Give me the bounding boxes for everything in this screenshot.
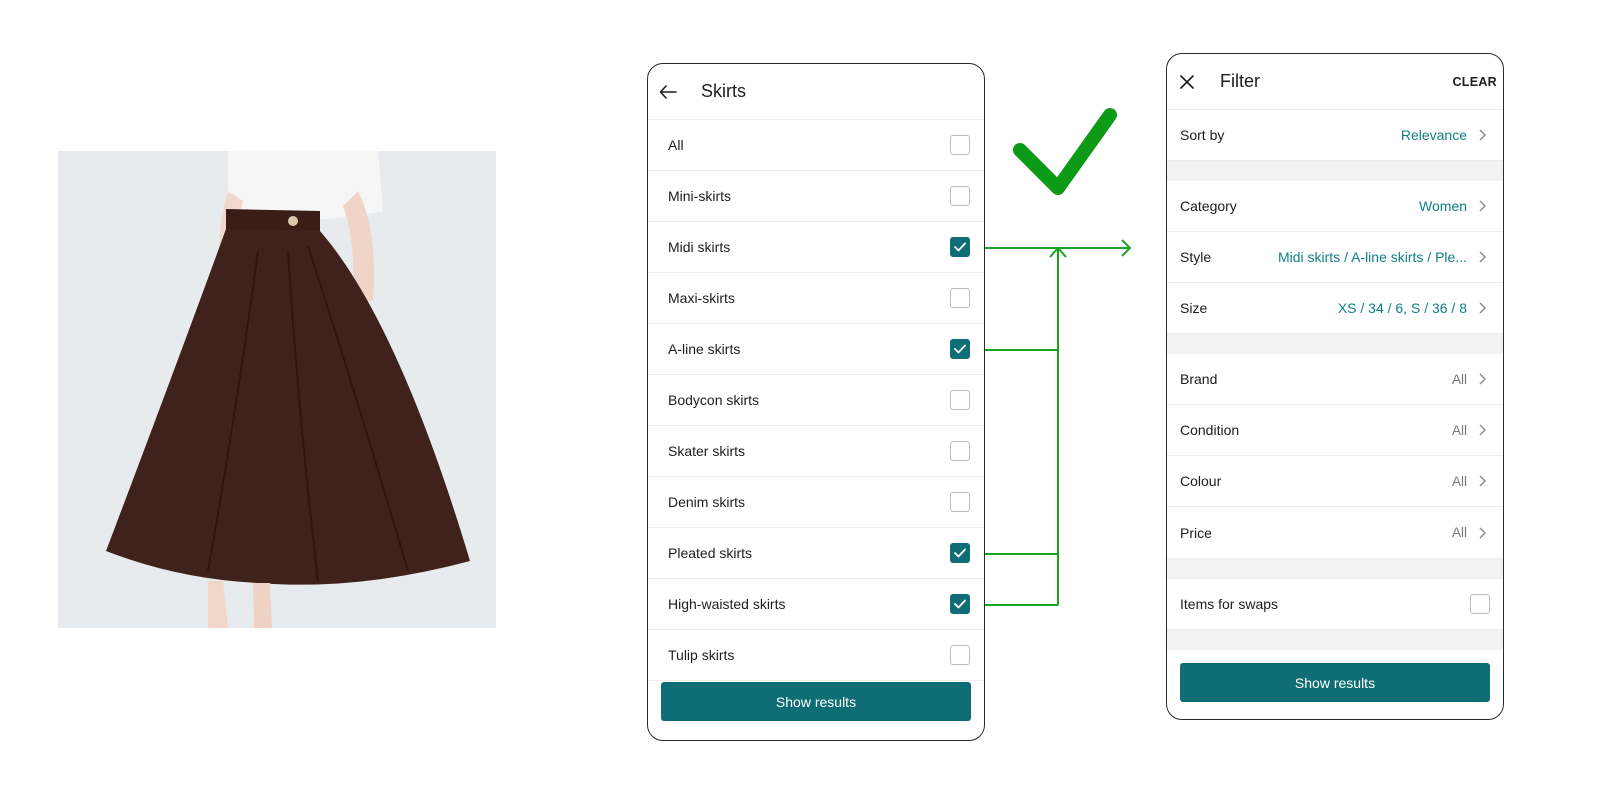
filter-row-brand[interactable]: Brand All [1167,354,1503,405]
arrow-left-icon[interactable] [656,80,680,104]
filter-label: Sort by [1180,127,1225,143]
list-item-checkbox[interactable] [950,135,970,155]
filter-value: Midi skirts / A-line skirts / Ple... [1277,249,1467,265]
page-title: Skirts [701,81,746,101]
filter-row-category[interactable]: Category Women [1167,181,1503,232]
list-item-label: Mini-skirts [668,188,731,204]
chevron-right-icon [1479,251,1489,263]
skirt-style-list: All Mini-skirts Midi skirts Maxi-skirts A-li… [648,120,984,681]
list-item-label: Skater skirts [668,443,746,459]
list-item[interactable]: Tulip skirts [648,630,984,681]
list-item-label: Midi skirts [668,239,731,255]
show-results-button[interactable]: Show results [1180,663,1490,702]
filter-row-style[interactable]: Style Midi skirts / A-line skirts / Ple.… [1167,232,1503,283]
list-item-checkbox[interactable] [950,339,970,359]
section-divider [1167,161,1503,181]
list-item[interactable]: Midi skirts [648,222,984,273]
filter-label: Category [1180,198,1237,214]
filter-label: Colour [1180,473,1222,489]
list-item[interactable]: All [648,120,984,171]
arrow-up-icon [1049,246,1067,258]
list-item-checkbox[interactable] [950,645,970,665]
chevron-right-icon [1479,475,1489,487]
filter-value: All [1451,371,1467,387]
chevron-right-icon [1479,527,1489,539]
arrow-right-icon [1121,239,1132,257]
page-title: Filter [1220,71,1260,91]
list-item-checkbox[interactable] [950,288,970,308]
filter-row-condition[interactable]: Condition All [1167,405,1503,456]
filter-row-colour[interactable]: Colour All [1167,456,1503,507]
selection-connector-lines [985,239,1132,606]
list-item-label: High-waisted skirts [668,596,786,612]
filter-header: Filter CLEAR [1167,54,1503,110]
skirts-header: Skirts [648,64,984,120]
section-divider [1167,630,1503,650]
checkmark-icon [954,599,966,609]
list-item-label: A-line skirts [668,341,741,357]
skirt-illustration [58,151,496,628]
list-item-label: Pleated skirts [668,545,753,561]
skirts-screen: Skirts All Mini-skirts Midi skirts Maxi-ski… [647,63,985,741]
checkmark-icon [954,242,966,252]
clear-button[interactable]: CLEAR [1452,54,1497,109]
filter-value: Relevance [1400,127,1467,143]
list-item[interactable]: Denim skirts [648,477,984,528]
list-item-checkbox[interactable] [950,492,970,512]
list-item-label: Tulip skirts [668,647,735,663]
list-item-label: Bodycon skirts [668,392,760,408]
filter-row-items-for-swaps[interactable]: Items for swaps [1167,579,1503,630]
filter-value: All [1451,422,1467,438]
filter-row-size[interactable]: Size XS / 34 / 6, S / 36 / 8 [1167,283,1503,334]
list-item-checkbox[interactable] [950,390,970,410]
checkmark-icon [954,548,966,558]
list-item[interactable]: High-waisted skirts [648,579,984,630]
filter-label: Style [1180,249,1212,265]
filter-label: Brand [1180,371,1218,387]
chevron-right-icon [1479,373,1489,385]
chevron-right-icon [1479,129,1489,141]
list-item-checkbox[interactable] [950,543,970,563]
show-results-button[interactable]: Show results [661,682,971,721]
list-item-label: Denim skirts [668,494,746,510]
filter-value: XS / 34 / 6, S / 36 / 8 [1337,300,1467,316]
list-item-checkbox[interactable] [950,186,970,206]
section-divider [1167,559,1503,579]
filter-row-price[interactable]: Price All [1167,507,1503,559]
filter-label: Size [1180,300,1208,316]
list-item-checkbox[interactable] [950,594,970,614]
list-item[interactable]: Maxi-skirts [648,273,984,324]
chevron-right-icon [1479,302,1489,314]
list-item[interactable]: Bodycon skirts [648,375,984,426]
filter-label: Condition [1180,422,1240,438]
list-item[interactable]: A-line skirts [648,324,984,375]
filter-value: All [1451,525,1467,540]
close-icon[interactable] [1175,70,1199,94]
list-item[interactable]: Mini-skirts [648,171,984,222]
list-item[interactable]: Pleated skirts [648,528,984,579]
filter-label: Items for swaps [1180,596,1279,612]
list-item-label: Maxi-skirts [668,290,735,306]
filter-label: Price [1180,524,1212,541]
chevron-right-icon [1479,200,1489,212]
green-checkmark-icon [1013,108,1117,195]
list-item[interactable]: Skater skirts [648,426,984,477]
checkmark-icon [954,344,966,354]
filter-row-sort-by[interactable]: Sort by Relevance [1167,110,1503,161]
filter-screen: Filter CLEAR Sort by Relevance Category … [1166,53,1504,720]
filter-value: Women [1419,198,1467,214]
list-item-label: All [668,137,684,153]
chevron-right-icon [1479,424,1489,436]
list-item-checkbox[interactable] [950,441,970,461]
section-divider [1167,334,1503,354]
list-item-checkbox[interactable] [950,237,970,257]
product-photo [58,151,496,628]
filter-value: All [1451,473,1467,489]
swaps-checkbox[interactable] [1470,594,1490,614]
